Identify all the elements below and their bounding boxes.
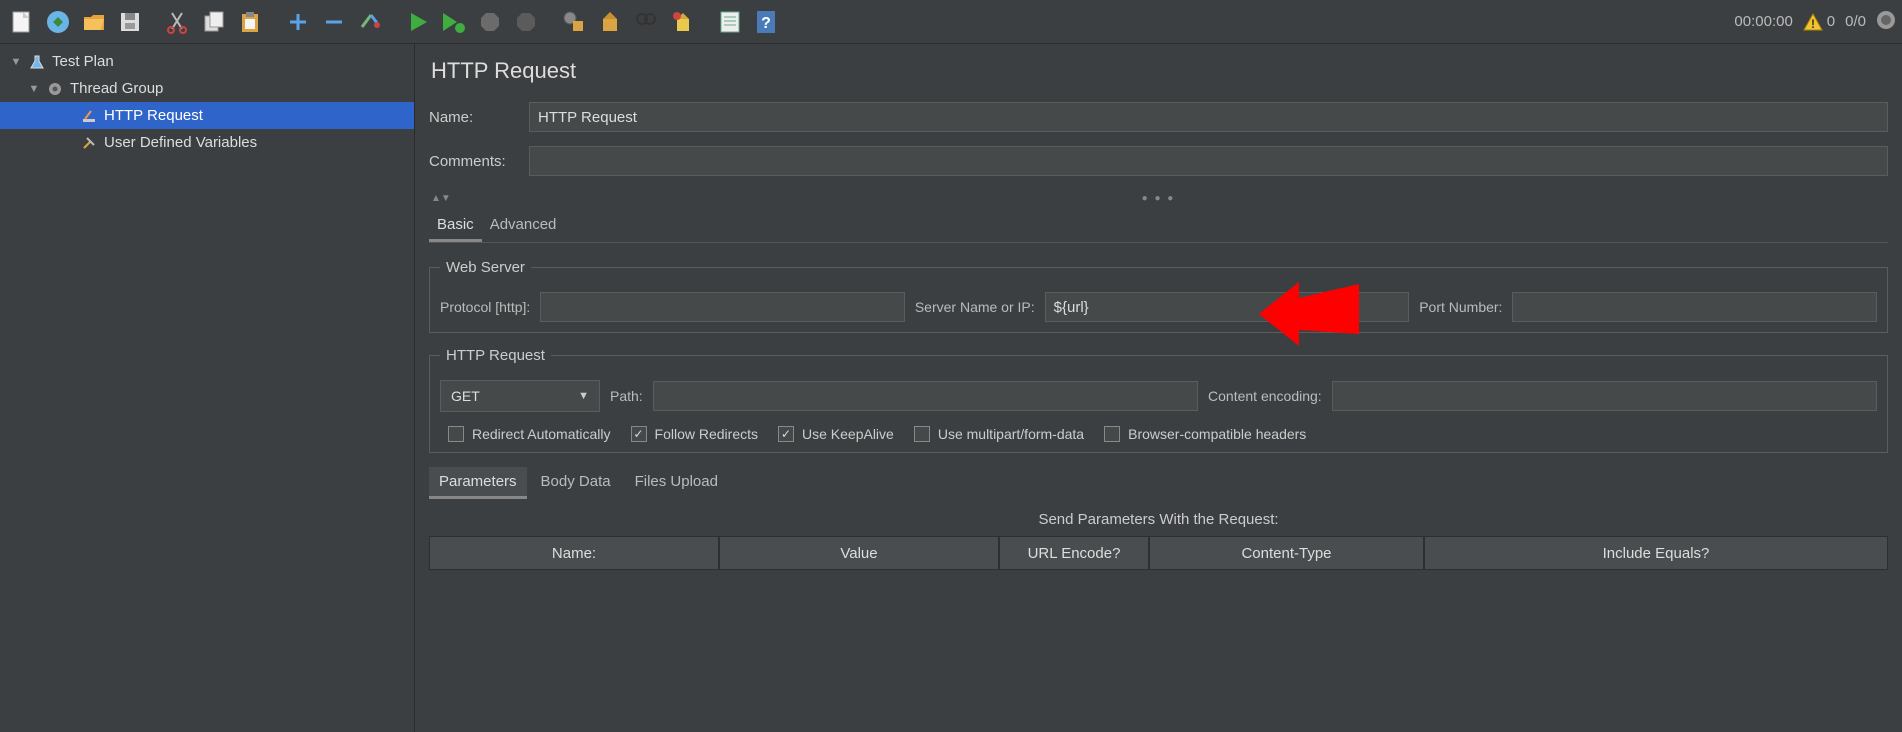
- chevron-down-icon: ▼: [578, 390, 589, 402]
- method-select[interactable]: GET ▼: [440, 380, 600, 412]
- clear-icon[interactable]: [558, 6, 590, 38]
- cut-icon[interactable]: [162, 6, 194, 38]
- params-table-header: Name: Value URL Encode? Content-Type Inc…: [429, 536, 1888, 570]
- col-include-equals[interactable]: Include Equals?: [1424, 536, 1888, 570]
- tree-http-request[interactable]: HTTP Request: [0, 102, 414, 129]
- config-tabs: Basic Advanced: [429, 210, 1888, 243]
- col-content-type[interactable]: Content-Type: [1149, 536, 1424, 570]
- toolbar-left: ?: [6, 6, 782, 38]
- help-icon[interactable]: ?: [750, 6, 782, 38]
- param-tabs: Parameters Body Data Files Upload: [429, 467, 1888, 499]
- stop-icon[interactable]: [474, 6, 506, 38]
- port-label: Port Number:: [1419, 299, 1502, 315]
- panel-title: HTTP Request: [431, 58, 1888, 84]
- toggle-icon[interactable]: [354, 6, 386, 38]
- comments-label: Comments:: [429, 153, 519, 170]
- run-notimer-icon[interactable]: [438, 6, 470, 38]
- collapse-icon[interactable]: [318, 6, 350, 38]
- server-input[interactable]: [1045, 292, 1410, 322]
- toolbar-status: 00:00:00 ! 0 0/0: [1734, 10, 1896, 34]
- main: ▼ Test Plan ▼ Thread Group HTTP Request …: [0, 44, 1902, 732]
- path-label: Path:: [610, 388, 643, 404]
- col-url-encode[interactable]: URL Encode?: [999, 536, 1149, 570]
- tab-basic[interactable]: Basic: [429, 210, 482, 242]
- comments-input[interactable]: [529, 146, 1888, 176]
- chk-browser-compat[interactable]: Browser-compatible headers: [1104, 426, 1306, 442]
- protocol-label: Protocol [http]:: [440, 299, 530, 315]
- shutdown-icon[interactable]: [510, 6, 542, 38]
- name-input[interactable]: [529, 102, 1888, 132]
- chk-multipart[interactable]: Use multipart/form-data: [914, 426, 1084, 442]
- save-icon[interactable]: [114, 6, 146, 38]
- checkbox-row: Redirect Automatically Follow Redirects …: [440, 426, 1877, 442]
- svg-text:!: !: [1811, 17, 1815, 31]
- port-input[interactable]: [1512, 292, 1877, 322]
- method-value: GET: [451, 388, 480, 404]
- tree-user-vars[interactable]: User Defined Variables: [0, 129, 414, 156]
- col-value[interactable]: Value: [719, 536, 999, 570]
- elapsed-time: 00:00:00: [1734, 13, 1792, 30]
- clear-all-icon[interactable]: [594, 6, 626, 38]
- paste-icon[interactable]: [234, 6, 266, 38]
- params-title: Send Parameters With the Request:: [429, 511, 1888, 528]
- search-icon[interactable]: [630, 6, 662, 38]
- flask-icon: [28, 53, 46, 71]
- toolbar: ? 00:00:00 ! 0 0/0: [0, 0, 1902, 44]
- tree-label: Thread Group: [70, 80, 163, 97]
- open-icon[interactable]: [78, 6, 110, 38]
- name-label: Name:: [429, 109, 519, 126]
- chk-follow-redirects[interactable]: Follow Redirects: [631, 426, 758, 442]
- chk-keepalive[interactable]: Use KeepAlive: [778, 426, 894, 442]
- protocol-input[interactable]: [540, 292, 905, 322]
- new-file-icon[interactable]: [6, 6, 38, 38]
- expand-icon[interactable]: [282, 6, 314, 38]
- server-label: Server Name or IP:: [915, 299, 1035, 315]
- function-helper-icon[interactable]: [714, 6, 746, 38]
- chevron-down-icon[interactable]: ▼: [10, 56, 22, 68]
- tools-icon: [80, 134, 98, 152]
- chevron-down-icon[interactable]: ▼: [28, 83, 40, 95]
- encoding-input[interactable]: [1332, 381, 1877, 411]
- row-comments: Comments:: [429, 146, 1888, 176]
- sampler-icon: [80, 107, 98, 125]
- tree-label: Test Plan: [52, 53, 114, 70]
- fieldset-webserver: Web Server Protocol [http]: Server Name …: [429, 259, 1888, 333]
- splitter-handle[interactable]: ⋮: [415, 388, 418, 399]
- tree-label: User Defined Variables: [104, 134, 257, 151]
- subtab-files-upload[interactable]: Files Upload: [625, 467, 728, 499]
- legend-webserver: Web Server: [440, 259, 531, 276]
- row-name: Name:: [429, 102, 1888, 132]
- tab-advanced[interactable]: Advanced: [482, 210, 565, 242]
- col-name[interactable]: Name:: [429, 536, 719, 570]
- tree-thread-group[interactable]: ▼ Thread Group: [0, 75, 414, 102]
- content-panel: ⋮ HTTP Request Name: Comments: ▲▼● ● ● B…: [415, 44, 1902, 732]
- fieldset-httprequest: HTTP Request GET ▼ Path: Content encodin…: [429, 347, 1888, 453]
- tree-sidebar: ▼ Test Plan ▼ Thread Group HTTP Request …: [0, 44, 415, 732]
- copy-icon[interactable]: [198, 6, 230, 38]
- gear-icon: [46, 80, 64, 98]
- subtab-body-data[interactable]: Body Data: [531, 467, 621, 499]
- templates-icon[interactable]: [42, 6, 74, 38]
- encoding-label: Content encoding:: [1208, 388, 1322, 404]
- collapse-bar[interactable]: ▲▼● ● ●: [429, 190, 1888, 206]
- path-input[interactable]: [653, 381, 1198, 411]
- svg-text:?: ?: [761, 15, 771, 32]
- thread-count: 0/0: [1845, 13, 1866, 30]
- warning-status[interactable]: ! 0: [1803, 12, 1835, 32]
- tree-label: HTTP Request: [104, 107, 203, 124]
- server-status-icon[interactable]: [1876, 10, 1896, 34]
- legend-httprequest: HTTP Request: [440, 347, 551, 364]
- reset-search-icon[interactable]: [666, 6, 698, 38]
- run-icon[interactable]: [402, 6, 434, 38]
- warn-count: 0: [1827, 13, 1835, 30]
- tree-test-plan[interactable]: ▼ Test Plan: [0, 48, 414, 75]
- chk-redirect-auto[interactable]: Redirect Automatically: [448, 426, 611, 442]
- subtab-parameters[interactable]: Parameters: [429, 467, 527, 499]
